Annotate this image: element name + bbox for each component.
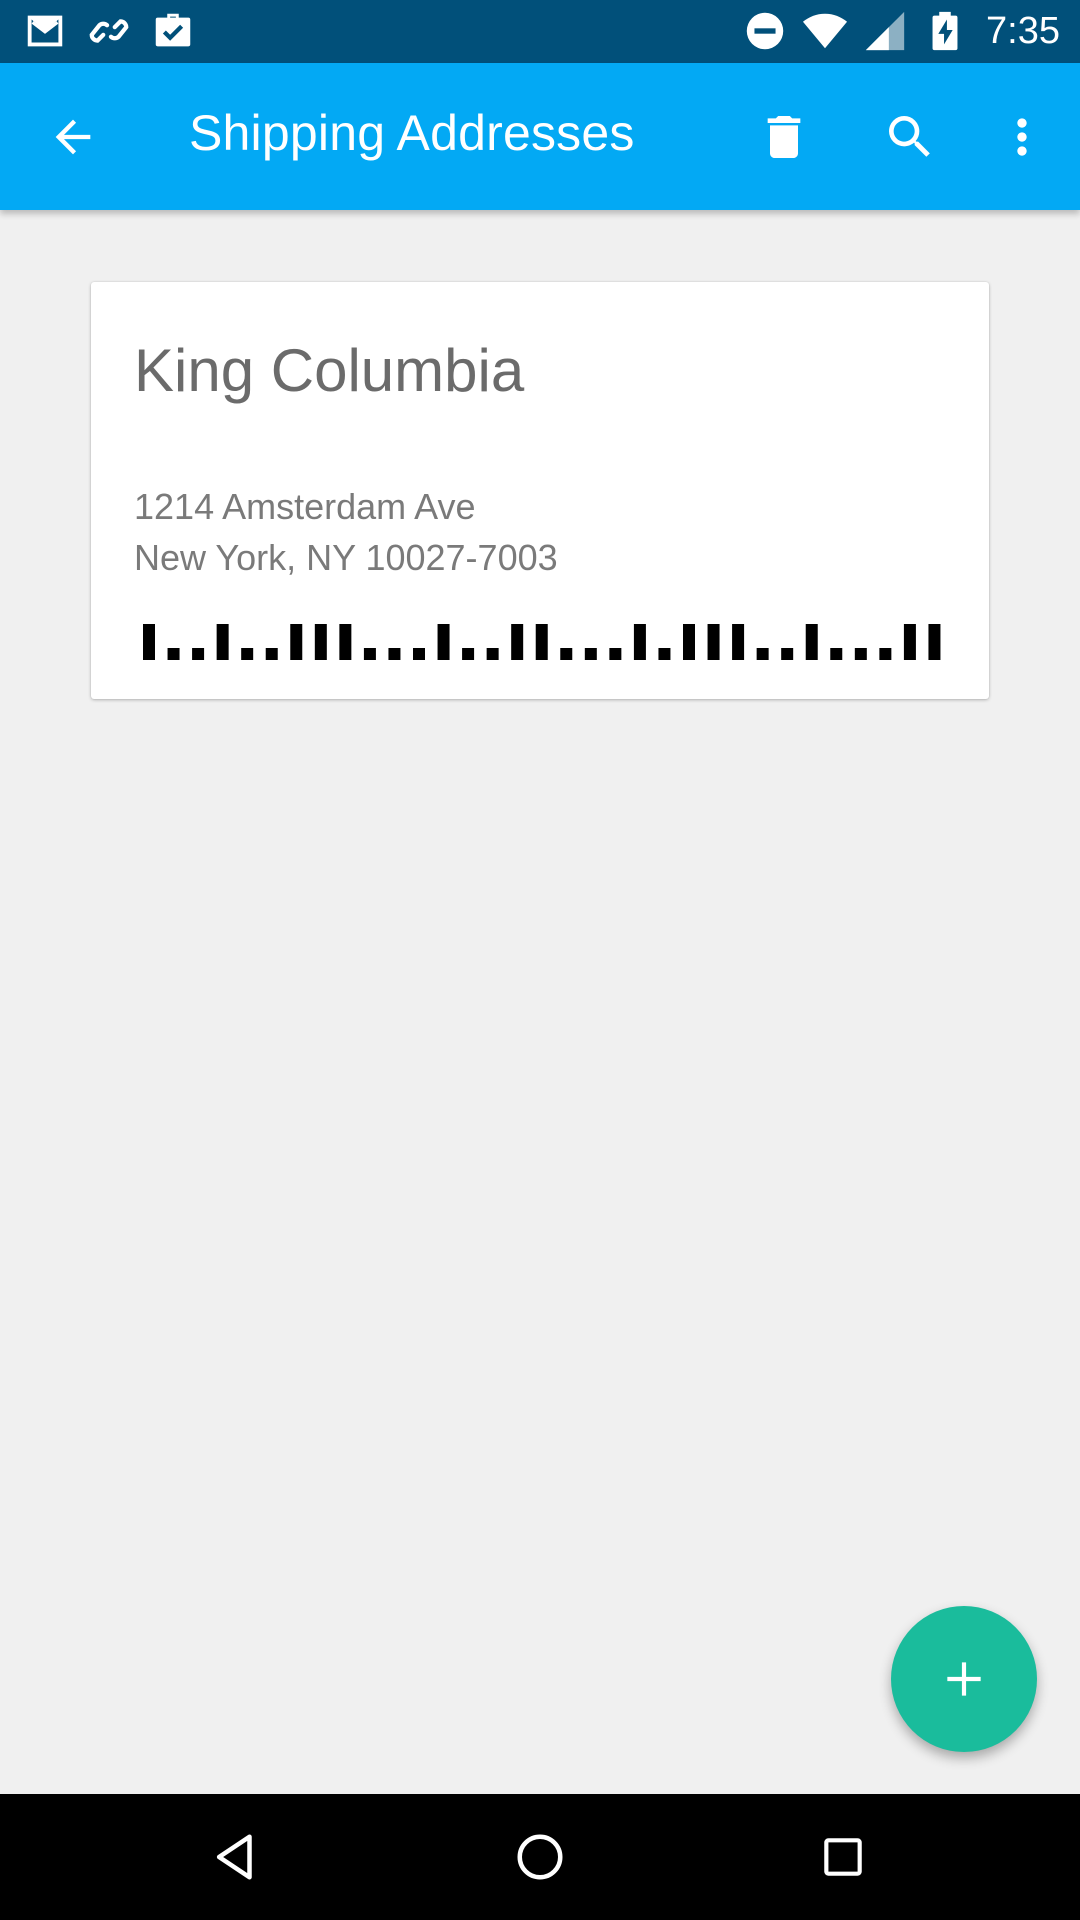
address-card[interactable]: King Columbia 1214 Amsterdam Ave New Yor…	[91, 282, 989, 699]
add-address-button[interactable]	[891, 1606, 1037, 1752]
battery-charging-icon	[932, 11, 958, 51]
status-bar: 7:35	[0, 0, 1080, 63]
system-icons: 7:35	[742, 8, 1060, 54]
back-arrow-icon	[55, 119, 91, 155]
briefcase-check-icon	[155, 13, 191, 47]
barcode-bar	[216, 624, 229, 660]
more-options-button[interactable]	[988, 103, 1056, 171]
address-street: 1214 Amsterdam Ave	[134, 486, 476, 527]
nav-home-button[interactable]	[507, 1824, 573, 1890]
barcode-bar	[143, 624, 155, 660]
barcode-bar	[192, 648, 205, 660]
delete-button[interactable]	[750, 103, 818, 171]
home-nav-icon	[517, 1834, 563, 1880]
barcode-bar	[413, 648, 425, 660]
wifi-icon	[802, 13, 848, 49]
barcode-bar	[609, 648, 622, 660]
barcode-bar	[584, 648, 597, 660]
back-nav-icon	[216, 1834, 252, 1880]
recents-nav-icon	[824, 1838, 862, 1876]
barcode-bar	[658, 648, 671, 660]
delete-icon	[767, 116, 801, 158]
barcode-bar	[879, 648, 892, 660]
search-icon	[889, 116, 930, 157]
barcode-bar	[756, 648, 769, 660]
do-not-disturb-icon	[746, 12, 784, 50]
barcode-bar	[781, 648, 794, 660]
status-time: 7:35	[986, 9, 1060, 52]
barcode-bar	[486, 648, 499, 660]
barcode-bar	[314, 624, 327, 660]
barcode-bar	[707, 624, 720, 660]
address-name: King Columbia	[134, 337, 525, 404]
page-title: Shipping Addresses	[189, 105, 635, 161]
plus-icon	[947, 1662, 981, 1696]
barcode-bar	[388, 648, 401, 660]
barcode-bar	[290, 624, 303, 660]
barcode-bar	[633, 624, 646, 660]
barcode-bar	[265, 648, 278, 660]
gmail-icon	[27, 15, 63, 47]
barcode-bar	[903, 624, 916, 660]
nav-back-button[interactable]	[203, 1824, 269, 1890]
more-vert-icon	[1017, 118, 1027, 156]
app-bar: Shipping Addresses	[0, 63, 1080, 210]
barcode-bar	[854, 648, 867, 660]
search-button[interactable]	[876, 103, 944, 171]
barcode-bar	[830, 648, 843, 660]
barcode-bar	[928, 624, 941, 660]
notification-icons	[22, 8, 196, 54]
system-nav-bar	[0, 1794, 1080, 1920]
barcode-bar	[511, 624, 524, 660]
barcode-bar	[560, 648, 573, 660]
barcode-bar	[683, 624, 695, 660]
barcode-bar	[437, 624, 450, 660]
address-city-state-zip: New York, NY 10027-7003	[134, 537, 558, 578]
barcode-bar	[805, 624, 818, 660]
link-icon	[89, 19, 129, 43]
cellular-signal-icon	[865, 11, 905, 51]
nav-recents-button[interactable]	[810, 1824, 876, 1890]
barcode-bar	[732, 624, 745, 660]
barcode-bar	[363, 648, 376, 660]
barcode-bar	[462, 648, 475, 660]
postal-barcode	[143, 624, 941, 660]
barcode-bar	[339, 624, 352, 660]
barcode-bar	[241, 648, 254, 660]
back-button[interactable]	[39, 103, 107, 171]
barcode-bar	[535, 624, 548, 660]
barcode-bar	[167, 648, 180, 660]
